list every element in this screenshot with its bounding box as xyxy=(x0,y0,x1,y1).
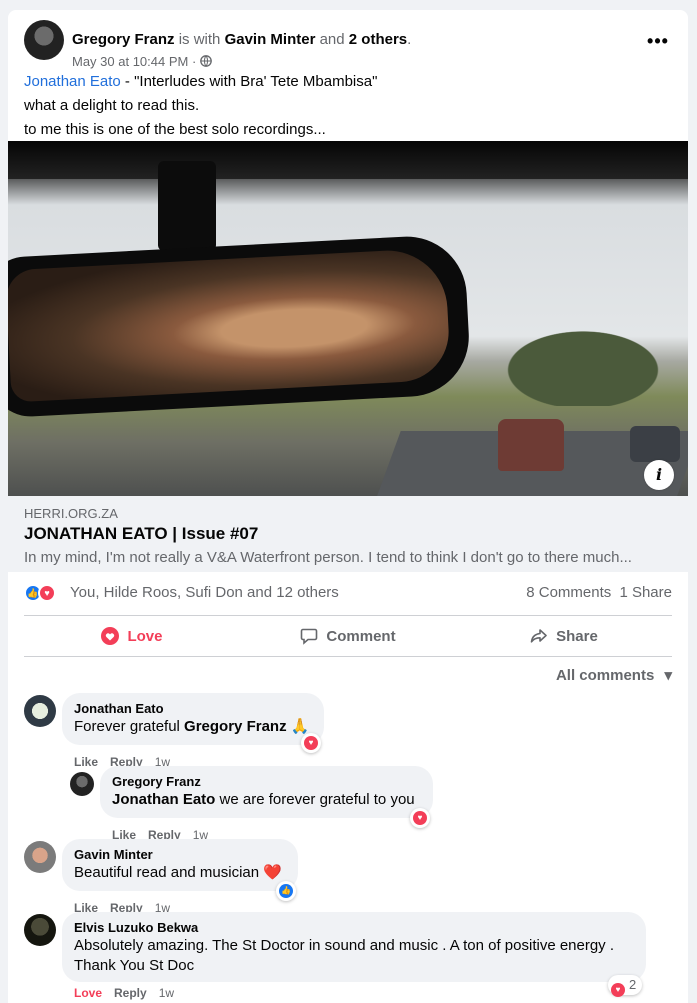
share-icon xyxy=(530,629,547,643)
post-header: Gregory Franz is with Gavin Minter and 2… xyxy=(24,20,672,69)
author-name[interactable]: Gregory Franz xyxy=(72,31,175,48)
love-reaction-icon: ♥ xyxy=(413,811,427,825)
love-reaction-icon: ♥ xyxy=(611,983,625,997)
link-domain: HERRI.ORG.ZA xyxy=(24,506,118,521)
tagged-name[interactable]: Gavin Minter xyxy=(225,31,316,48)
comment-like-button[interactable]: Like xyxy=(74,755,98,769)
comment-text: Jonathan Eato we are forever grateful to… xyxy=(112,791,415,808)
comment-bubble: Jonathan Eato Forever grateful Gregory F… xyxy=(62,693,324,745)
author-line: Gregory Franz is with Gavin Minter and 2… xyxy=(72,31,411,48)
love-reaction-icon: ♥ xyxy=(304,736,318,750)
divider xyxy=(24,656,672,657)
share-label: Share xyxy=(556,627,598,645)
comment-reaction-badge[interactable]: ♥ 2 xyxy=(608,975,643,997)
link-title[interactable]: JONATHAN EATO | Issue #07 xyxy=(24,524,258,544)
comment-love-button[interactable]: Love xyxy=(74,986,102,1000)
comment-reply-button[interactable]: Reply xyxy=(114,986,147,1000)
post-mention[interactable]: Jonathan Eato xyxy=(24,73,121,90)
more-icon[interactable]: ••• xyxy=(644,32,672,54)
comment-text: Absolutely amazing. The St Doctor in sou… xyxy=(74,937,615,974)
chevron-down-icon: ▾ xyxy=(664,667,672,684)
image-trees xyxy=(478,316,688,406)
post-timestamp[interactable]: May 30 at 10:44 PM xyxy=(72,54,188,69)
comment-icon xyxy=(301,628,318,645)
reaction-summary: 👍 ♥ You, Hilde Roos, Sufi Don and 12 oth… xyxy=(24,581,672,605)
engagement-counts: 8 Comments 1 Share xyxy=(522,584,672,601)
comment-emoji: ❤️ xyxy=(263,864,282,881)
commenter-avatar[interactable] xyxy=(24,914,56,946)
image-mirror-mount xyxy=(158,161,216,251)
post-text-line-2: what a delight to read this. xyxy=(24,97,200,114)
post-text-line-3: to me this is one of the best solo recor… xyxy=(24,121,326,138)
comment-text-part: we are forever grateful to you xyxy=(215,791,415,808)
comment-bubble: Elvis Luzuko Bekwa Absolutely amazing. T… xyxy=(62,912,646,982)
and-text: and xyxy=(319,31,345,48)
comment-mention[interactable]: Jonathan Eato xyxy=(112,791,215,808)
post-text-line-1-rest: - "Interludes with Bra' Tete Mbambisa" xyxy=(120,73,378,90)
commenter-avatar[interactable] xyxy=(70,772,94,796)
comment-label: Comment xyxy=(326,627,396,645)
comment-reaction-badge[interactable]: 👍 xyxy=(276,881,296,901)
comment-text-part: Beautiful read and musician xyxy=(74,864,264,881)
comment-timestamp[interactable]: 1w xyxy=(159,986,174,1000)
image-car xyxy=(498,419,564,471)
comment-bubble: Gregory Franz Jonathan Eato we are forev… xyxy=(100,766,433,818)
post-text: Jonathan Eato - "Interludes with Bra' Te… xyxy=(24,70,664,142)
globe-icon xyxy=(200,55,212,67)
love-button[interactable]: Love xyxy=(24,617,240,655)
comment-text-part: Forever grateful xyxy=(74,718,185,735)
comment-filter-label: All comments xyxy=(555,667,655,684)
post-meta: May 30 at 10:44 PM · xyxy=(72,54,212,69)
meta-dot: · xyxy=(191,54,197,69)
comment-text: Forever grateful Gregory Franz 🙏 xyxy=(74,718,309,735)
link-description: In my mind, I'm not really a V&A Waterfr… xyxy=(24,549,632,566)
with-text: is with xyxy=(178,31,221,48)
commenter-name[interactable]: Gregory Franz xyxy=(112,774,421,790)
header-period: . xyxy=(407,31,412,48)
commenter-avatar[interactable] xyxy=(24,841,56,873)
like-reaction-icon: 👍 xyxy=(279,884,293,898)
comment-reaction-badge[interactable]: ♥ xyxy=(301,733,321,753)
love-icon xyxy=(101,627,120,645)
share-button[interactable]: Share xyxy=(456,617,672,655)
commenter-name[interactable]: Elvis Luzuko Bekwa xyxy=(74,920,634,936)
image-car xyxy=(630,426,680,462)
divider xyxy=(24,615,672,616)
post-card: Gregory Franz is with Gavin Minter and 2… xyxy=(8,10,688,1003)
author-avatar[interactable] xyxy=(24,20,64,60)
love-label: Love xyxy=(127,627,163,645)
comment-reaction-badge[interactable]: ♥ xyxy=(410,808,430,828)
link-image[interactable]: i xyxy=(8,141,688,496)
comment-mention[interactable]: Gregory Franz xyxy=(184,718,287,735)
reaction-names[interactable]: You, Hilde Roos, Sufi Don and 12 others xyxy=(70,584,339,601)
reaction-count: 2 xyxy=(629,977,637,992)
commenter-name[interactable]: Gavin Minter xyxy=(74,847,286,863)
image-ceiling xyxy=(8,141,688,179)
reaction-icons[interactable]: 👍 ♥ xyxy=(24,584,64,602)
info-icon[interactable]: i xyxy=(644,460,674,490)
image-mirror-reflection xyxy=(8,247,452,403)
shares-count[interactable]: 1 Share xyxy=(619,584,672,601)
comments-count[interactable]: 8 Comments xyxy=(526,584,611,601)
post-actions: Love Comment Share xyxy=(24,617,672,655)
comment-actions: Love Reply 1w xyxy=(74,986,186,1000)
comment-text: Beautiful read and musician ❤️ xyxy=(74,864,282,881)
post-text-line-1: Jonathan Eato - "Interludes with Bra' Te… xyxy=(24,70,664,94)
comment-bubble: Gavin Minter Beautiful read and musician… xyxy=(62,839,298,891)
commenter-name[interactable]: Jonathan Eato xyxy=(74,701,312,717)
comment-emoji: 🙏 xyxy=(290,718,310,735)
love-reaction-icon: ♥ xyxy=(38,584,56,602)
comment-filter-dropdown[interactable]: All comments ▾ xyxy=(556,666,672,684)
commenter-avatar[interactable] xyxy=(24,695,56,727)
link-preview[interactable]: HERRI.ORG.ZA JONATHAN EATO | Issue #07 I… xyxy=(8,496,688,572)
tagged-others[interactable]: 2 others xyxy=(349,31,407,48)
comment-button[interactable]: Comment xyxy=(240,617,456,655)
